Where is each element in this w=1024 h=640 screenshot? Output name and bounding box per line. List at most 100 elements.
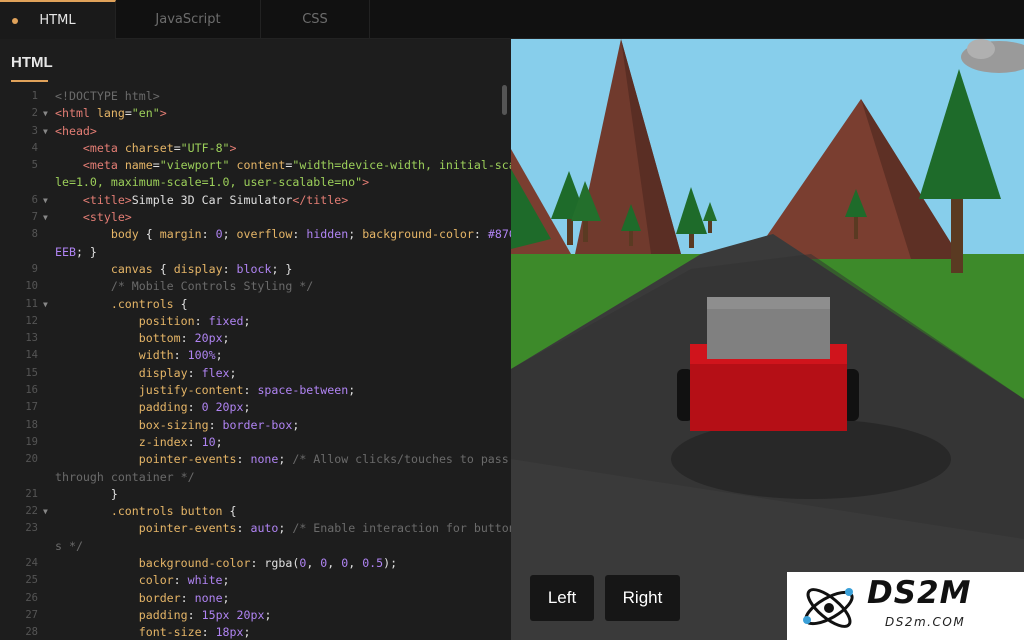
code-text: <title>Simple 3D Car Simulator</title> [82,192,349,207]
code-text: body { margin: 0; overflow: hidden; back… [110,227,511,242]
code-text: justify-content: space-between; [138,383,356,398]
code-text: <meta charset="UTF-8"> [82,140,237,155]
code-area[interactable]: 1 <!DOCTYPE html> 2 ▼ <html lang="en"> 3 ▼ <hea… [0,88,511,640]
code-line[interactable]: 9 canvas { display: block; } [0,261,511,278]
car-cabin-top [707,297,830,309]
code-text: pointer-events: auto; /* Enable interact… [138,521,511,536]
code-text: <style> [82,210,132,225]
line-number: 24 [25,557,38,570]
code-text: <head> [55,123,97,138]
code-line[interactable]: 23 pointer-events: auto; /* Enable inter… [0,520,511,537]
line-number: 17 [25,401,38,414]
code-text: s */ [55,538,83,553]
code-line[interactable]: le=1.0, maximum-scale=1.0, user-scalable… [0,174,511,191]
watermark: DS2M DS2m.COM [787,572,1024,640]
code-line[interactable]: 3 ▼ <head> [0,123,511,140]
line-number: 7 [31,211,38,224]
code-text: background-color: rgba(0, 0, 0, 0.5); [138,556,398,571]
line-number: 3 [31,124,38,137]
code-line[interactable]: 13 bottom: 20px; [0,330,511,347]
line-number: 15 [25,366,38,379]
fold-arrow-icon[interactable]: ▼ [43,123,48,140]
watermark-logo-text: DS2M [867,575,972,611]
line-number: 4 [31,141,38,154]
line-number: 21 [25,487,38,500]
line-number: 22 [25,505,38,518]
tab-javascript[interactable]: JavaScript [116,0,261,39]
code-text: padding: 0 20px; [138,400,251,415]
code-line[interactable]: 26 border: none; [0,590,511,607]
code-text: position: fixed; [138,313,251,328]
code-text: /* Mobile Controls Styling */ [110,279,314,294]
code-line[interactable]: 21 } [0,486,511,503]
fold-arrow-icon[interactable]: ▼ [43,209,48,226]
code-line[interactable]: 2 ▼ <html lang="en"> [0,105,511,122]
code-text: le=1.0, maximum-scale=1.0, user-scalable… [55,175,370,190]
code-line[interactable]: 27 padding: 15px 20px; [0,607,511,624]
code-line[interactable]: 5 <meta name="viewport" content="width=d… [0,157,511,174]
code-text: box-sizing: border-box; [138,417,300,432]
modified-dot-icon [12,18,18,24]
code-text: font-size: 18px; [138,625,251,640]
code-line[interactable]: 8 body { margin: 0; overflow: hidden; ba… [0,226,511,243]
code-line[interactable]: 15 display: flex; [0,365,511,382]
tab-javascript-label: JavaScript [155,12,221,27]
line-number: 28 [25,626,38,639]
atom-logo-icon [803,588,854,628]
line-number: 8 [31,228,38,241]
code-line[interactable]: 16 justify-content: space-between; [0,382,511,399]
line-number: 27 [25,608,38,621]
code-line[interactable]: 12 position: fixed; [0,313,511,330]
code-line[interactable]: 11 ▼ .controls { [0,296,511,313]
code-line[interactable]: through container */ [0,469,511,486]
line-number: 1 [31,90,38,102]
tab-css-label: CSS [302,12,328,27]
line-number: 20 [25,453,38,466]
code-text: <meta name="viewport" content="width=dev… [82,158,511,173]
panel-title: HTML [11,54,53,71]
code-line[interactable]: 28 font-size: 18px; [0,624,511,640]
code-line[interactable]: 22 ▼ .controls button { [0,503,511,520]
code-line[interactable]: 20 pointer-events: none; /* Allow clicks… [0,451,511,468]
code-text: padding: 15px 20px; [138,607,272,622]
code-line[interactable]: 1 <!DOCTYPE html> [0,88,511,105]
code-line[interactable]: 24 background-color: rgba(0, 0, 0, 0.5); [0,555,511,572]
editor-tabbar: HTML JavaScript CSS [0,0,1024,39]
code-line[interactable]: 4 <meta charset="UTF-8"> [0,140,511,157]
line-number: 5 [31,159,38,172]
game-canvas[interactable] [511,39,1024,640]
watermark-site-text: DS2m.COM [885,615,966,629]
line-number: 19 [25,435,38,448]
fold-arrow-icon[interactable]: ▼ [43,503,48,520]
code-text: <html lang="en"> [55,106,167,121]
code-text: pointer-events: none; /* Allow clicks/to… [138,452,509,467]
line-number: 16 [25,384,38,397]
code-line[interactable]: 7 ▼ <style> [0,209,511,226]
code-line[interactable]: 25 color: white; [0,572,511,589]
code-text: z-index: 10; [138,434,223,449]
code-line[interactable]: EEB; } [0,244,511,261]
code-line[interactable]: 19 z-index: 10; [0,434,511,451]
code-text: EEB; } [55,244,97,259]
right-button[interactable]: Right [605,575,680,621]
code-line[interactable]: 18 box-sizing: border-box; [0,417,511,434]
code-line[interactable]: 6 ▼ <title>Simple 3D Car Simulator</title… [0,192,511,209]
line-number: 12 [25,314,38,327]
code-line[interactable]: 10 /* Mobile Controls Styling */ [0,278,511,295]
left-button[interactable]: Left [530,575,594,621]
code-line[interactable]: s */ [0,538,511,555]
panel-title-underline [11,80,48,82]
tab-html[interactable]: HTML [0,0,116,39]
line-number: 26 [25,591,38,604]
line-number: 14 [25,349,38,362]
code-line[interactable]: 14 width: 100%; [0,347,511,364]
line-number: 18 [25,418,38,431]
line-number: 11 [25,297,38,310]
code-line[interactable]: 17 padding: 0 20px; [0,399,511,416]
fold-arrow-icon[interactable]: ▼ [43,105,48,122]
code-text: <!DOCTYPE html> [55,89,160,103]
fold-arrow-icon[interactable]: ▼ [43,296,48,313]
tab-css[interactable]: CSS [261,0,370,39]
code-text: .controls button { [110,504,237,519]
fold-arrow-icon[interactable]: ▼ [43,192,48,209]
